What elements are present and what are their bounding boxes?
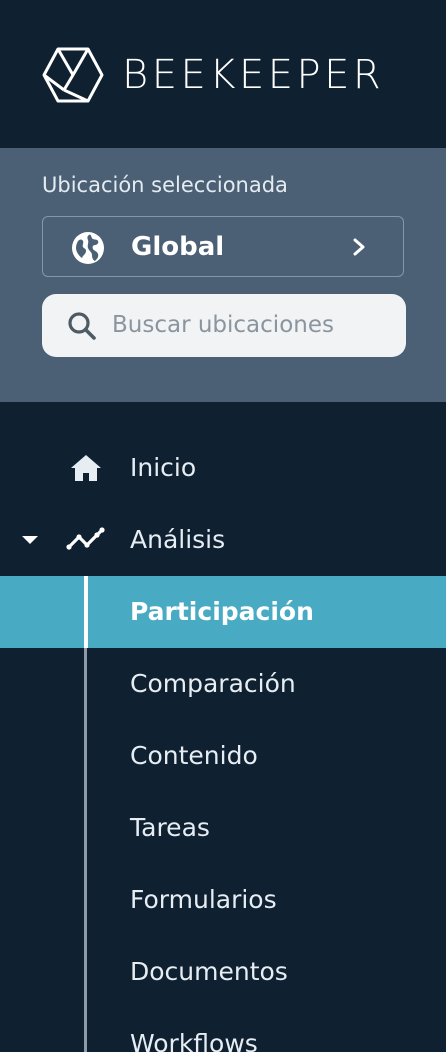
chevron-right-icon: [353, 238, 365, 256]
nav-subitem-label: Participación: [130, 597, 314, 626]
hexagon-cube-logo-icon: [42, 47, 104, 103]
location-search-input[interactable]: [112, 304, 392, 346]
search-icon: [68, 312, 96, 340]
trend-line-icon: [66, 527, 105, 550]
active-indicator: [84, 576, 88, 648]
nav-subitem-formularios[interactable]: Formularios: [0, 864, 446, 936]
nav-subitem-documentos[interactable]: Documentos: [0, 936, 446, 1008]
nav-subitem-label: Workflows: [130, 1029, 258, 1052]
nav-subitem-label: Tareas: [130, 813, 210, 842]
brand-name: BEEKEEPER: [122, 52, 385, 98]
location-label: Ubicación seleccionada: [42, 173, 288, 197]
sidebar: BEEKEEPER Ubicación seleccionada Global: [0, 0, 446, 1052]
nav-item-label: Inicio: [130, 453, 197, 482]
location-search[interactable]: [42, 294, 406, 357]
location-selector-button[interactable]: Global: [42, 216, 404, 277]
caret-down-icon: [22, 536, 38, 544]
nav-subitem-label: Comparación: [130, 669, 296, 698]
nav-item-analisis[interactable]: Análisis: [0, 504, 446, 576]
globe-icon: [72, 232, 104, 264]
nav-item-label: Análisis: [130, 525, 226, 554]
nav-subitem-comparacion[interactable]: Comparación: [0, 648, 446, 720]
nav-subitem-label: Contenido: [130, 741, 258, 770]
selected-location: Global: [131, 232, 225, 262]
nav-item-inicio[interactable]: Inicio: [0, 432, 446, 504]
nav-subitem-label: Formularios: [130, 885, 277, 914]
nav-subitem-participacion[interactable]: Participación: [0, 576, 446, 648]
logo-bar: BEEKEEPER: [0, 0, 446, 148]
nav-subitem-label: Documentos: [130, 957, 288, 986]
nav-subitem-tareas[interactable]: Tareas: [0, 792, 446, 864]
nav-subitem-contenido[interactable]: Contenido: [0, 720, 446, 792]
location-panel: Ubicación seleccionada Global: [0, 148, 446, 402]
nav-subitem-workflows[interactable]: Workflows: [0, 1008, 446, 1052]
home-icon: [71, 455, 101, 481]
